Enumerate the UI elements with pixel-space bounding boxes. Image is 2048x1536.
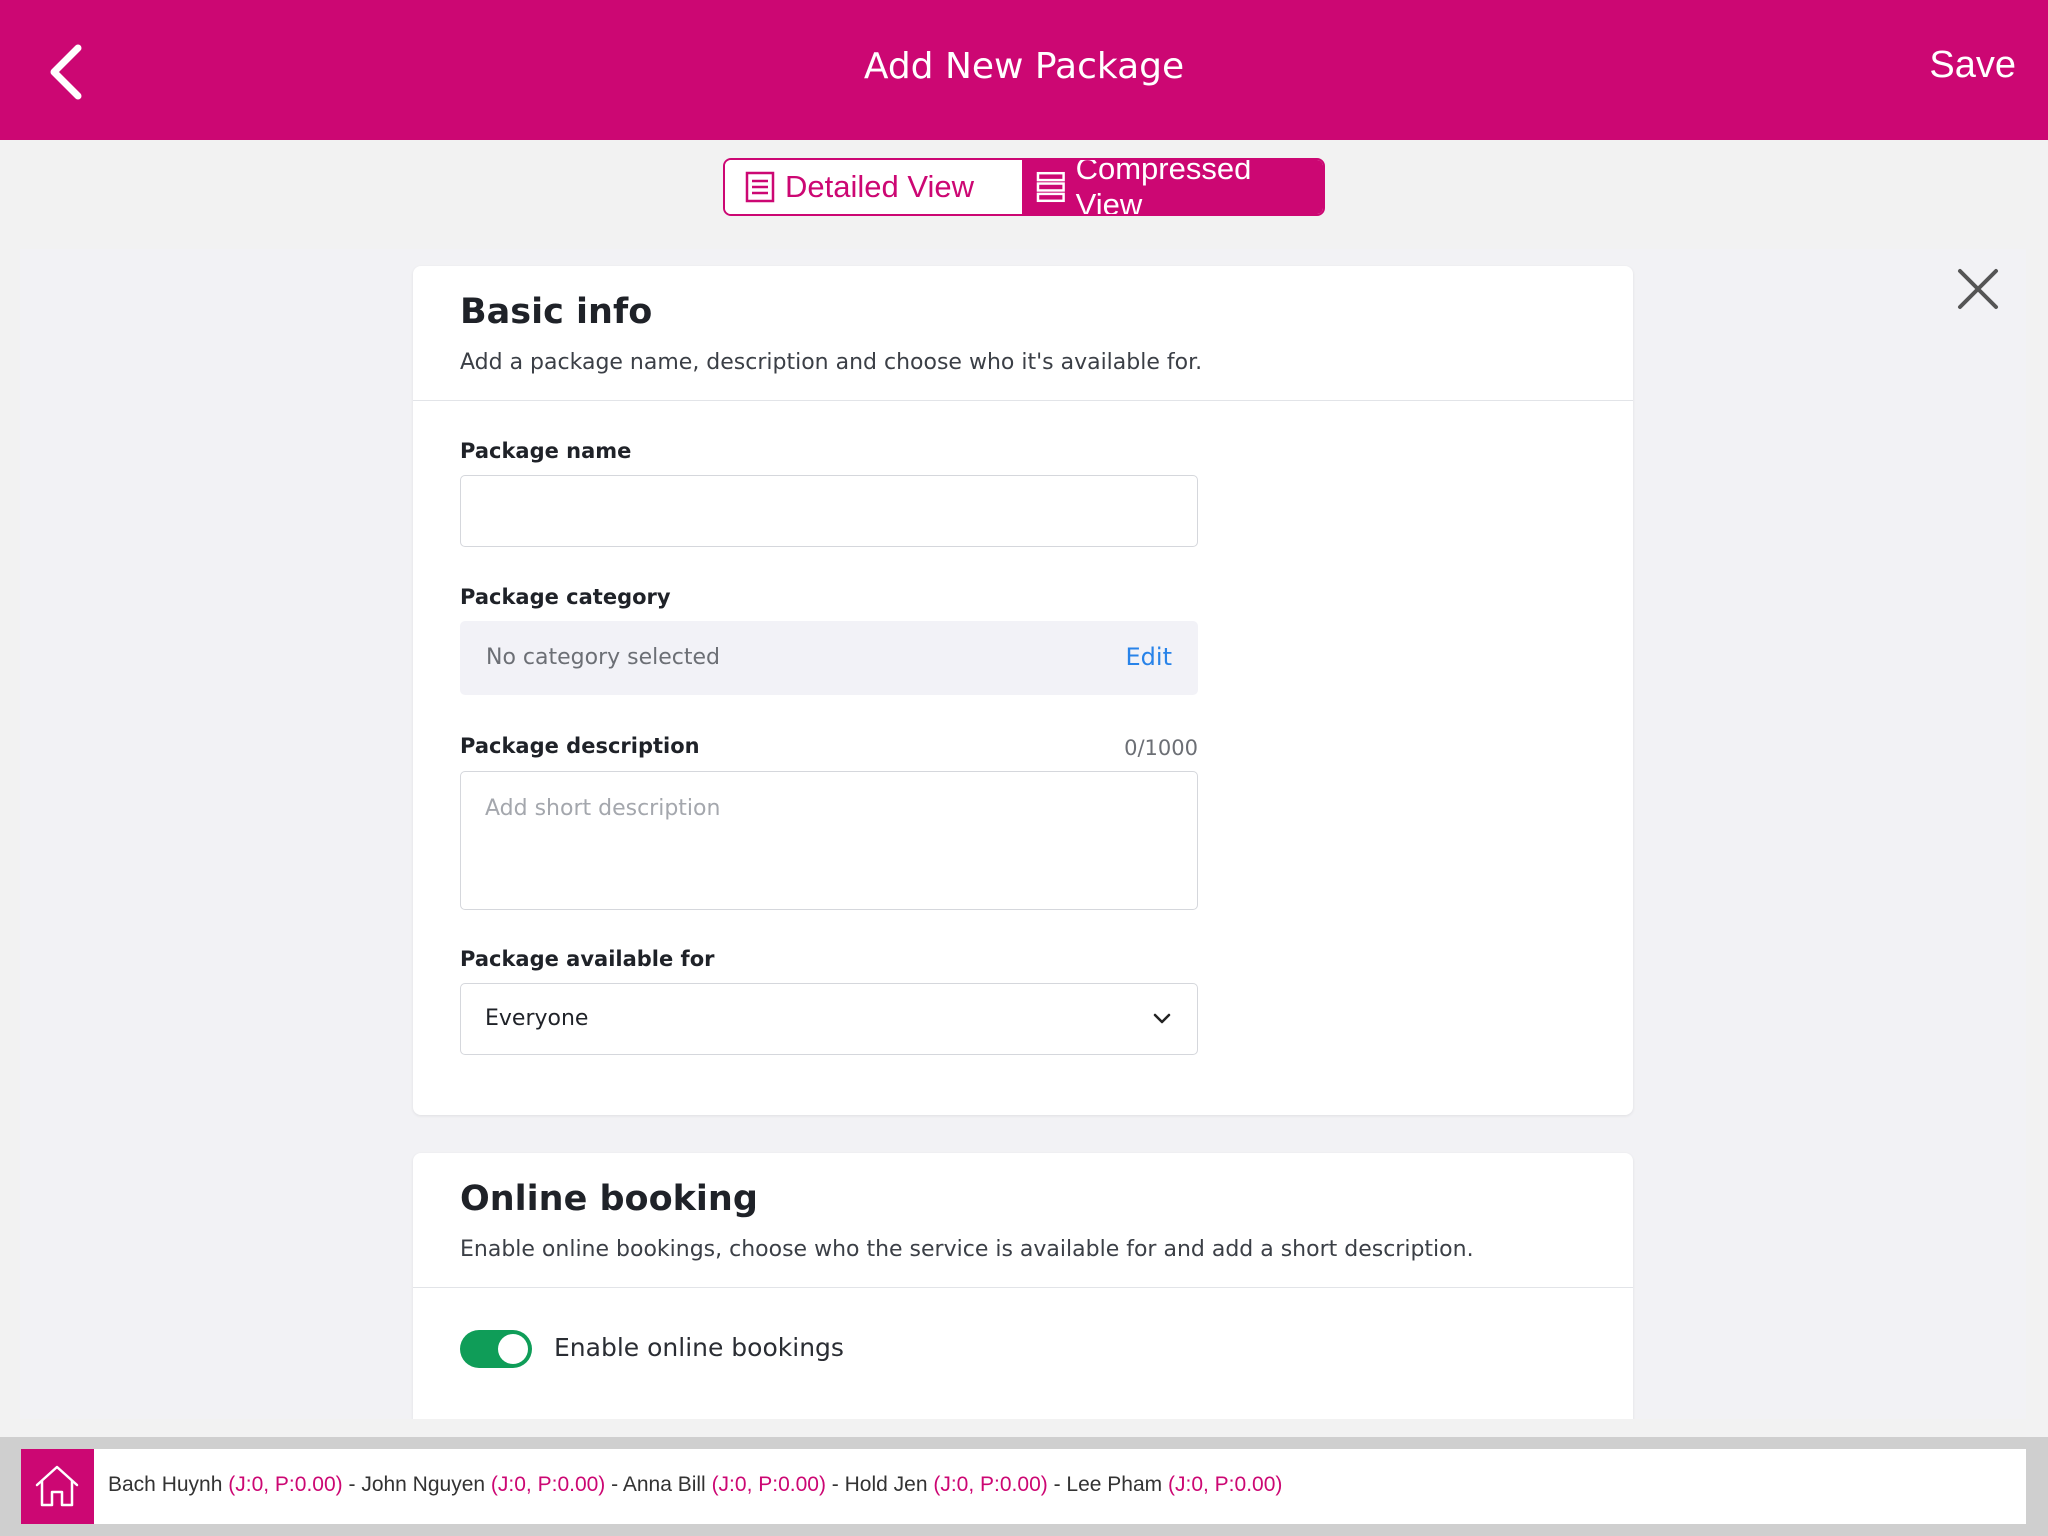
enable-online-bookings-label: Enable online bookings: [554, 1333, 844, 1362]
staff-separator: -: [825, 1473, 845, 1496]
edit-category-link[interactable]: Edit: [1126, 643, 1172, 671]
description-placeholder: Add short description: [485, 796, 721, 821]
package-description-textarea[interactable]: Add short description: [460, 771, 1198, 910]
chevron-down-icon: [1153, 1013, 1171, 1024]
package-category-value: No category selected: [486, 645, 720, 670]
basic-info-title: Basic info: [460, 292, 653, 332]
staff-name: Bach Huynh: [108, 1473, 223, 1496]
online-booking-card: Online booking Enable online bookings, c…: [413, 1153, 1633, 1419]
staff-separator: -: [605, 1473, 623, 1496]
staff-name: Anna Bill: [622, 1473, 706, 1496]
package-category-field: No category selected Edit: [460, 621, 1198, 695]
staff-summary: Bach Huynh (J:0, P:0.00) - John Nguyen (…: [108, 1473, 1282, 1497]
close-button[interactable]: [1954, 265, 2002, 313]
top-app-bar: Add New Package Save: [0, 0, 2048, 140]
basic-info-subtitle: Add a package name, description and choo…: [460, 350, 1203, 375]
available-for-value: Everyone: [485, 1006, 589, 1031]
staff-name: Lee Pham: [1066, 1473, 1163, 1496]
compressed-view-button[interactable]: Compressed View: [1022, 160, 1323, 214]
staff-stats: (J:0, P:0.00): [490, 1473, 606, 1496]
toggle-knob: [498, 1334, 528, 1364]
basic-info-header: Basic info Add a package name, descripti…: [413, 266, 1633, 401]
staff-name: Hold Jen: [844, 1473, 928, 1496]
staff-name: John Nguyen: [361, 1473, 486, 1496]
detailed-view-button[interactable]: Detailed View: [725, 160, 1022, 214]
save-button[interactable]: Save: [1929, 44, 2016, 87]
staff-status-inner: Bach Huynh (J:0, P:0.00) - John Nguyen (…: [21, 1449, 2026, 1524]
package-name-input[interactable]: [460, 475, 1198, 547]
online-booking-header: Online booking Enable online bookings, c…: [413, 1153, 1633, 1288]
compressed-view-label: Compressed View: [1075, 158, 1252, 216]
basic-info-body: Package name Package category No categor…: [413, 401, 1633, 1115]
compressed-list-icon: [1036, 171, 1065, 203]
detailed-view-label: Detailed View: [785, 169, 974, 204]
form-content-area: Basic info Add a package name, descripti…: [20, 249, 2026, 1419]
staff-stats: (J:0, P:0.00): [933, 1473, 1048, 1496]
available-for-label: Package available for: [460, 947, 715, 971]
staff-status-bar: Bach Huynh (J:0, P:0.00) - John Nguyen (…: [0, 1437, 2048, 1536]
basic-info-card: Basic info Add a package name, descripti…: [413, 266, 1633, 1115]
online-booking-body: Enable online bookings: [413, 1288, 1633, 1419]
description-char-counter: 0/1000: [1124, 736, 1198, 760]
close-icon: [1958, 269, 1998, 309]
page-title: Add New Package: [863, 46, 1185, 87]
online-booking-subtitle: Enable online bookings, choose who the s…: [460, 1237, 1474, 1262]
staff-stats: (J:0, P:0.00): [228, 1473, 343, 1496]
view-toggle-bar: Detailed View Compressed View: [0, 140, 2048, 231]
staff-stats: (J:0, P:0.00): [711, 1473, 826, 1496]
package-category-label: Package category: [460, 585, 671, 609]
online-booking-title: Online booking: [460, 1179, 758, 1219]
staff-stats: (J:0, P:0.00): [1168, 1473, 1283, 1496]
package-description-label: Package description: [460, 734, 700, 758]
home-button[interactable]: [21, 1449, 94, 1524]
enable-online-bookings-toggle[interactable]: [460, 1330, 532, 1368]
available-for-select[interactable]: Everyone: [460, 983, 1198, 1055]
staff-separator: -: [342, 1473, 362, 1496]
view-segmented-control: Detailed View Compressed View: [723, 158, 1325, 216]
staff-separator: -: [1047, 1473, 1067, 1496]
package-name-label: Package name: [460, 439, 632, 463]
detailed-list-icon: [745, 171, 775, 203]
home-icon: [35, 1465, 79, 1507]
